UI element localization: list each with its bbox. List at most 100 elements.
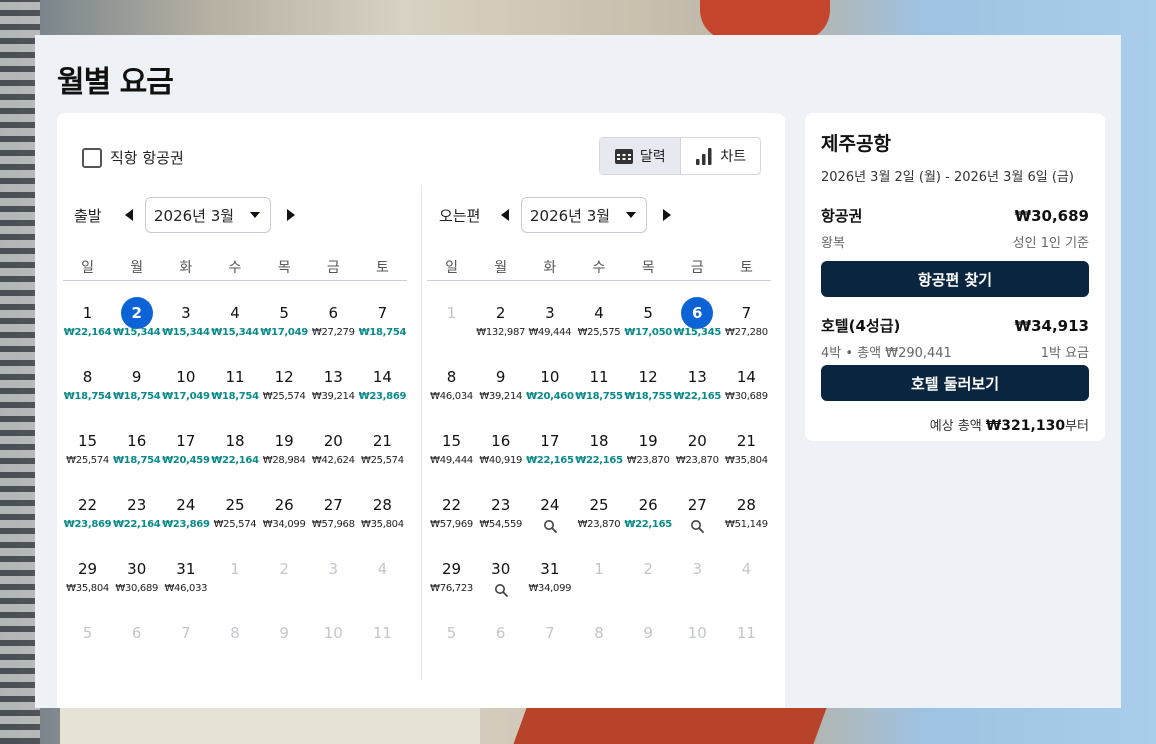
tab-calendar[interactable]: 달력 (600, 138, 681, 174)
calendar-day[interactable]: 18 ₩22,164 (210, 409, 259, 473)
calendar-day[interactable]: 19 ₩23,870 (624, 409, 673, 473)
calendar-day[interactable]: 28 ₩35,804 (358, 473, 407, 537)
calendar-day[interactable]: 23 ₩54,559 (476, 473, 525, 537)
day-number: 4 (741, 560, 752, 578)
prev-month-arrow-icon[interactable] (119, 205, 139, 225)
day-number: 18 (589, 432, 609, 450)
weekday-label: 토 (375, 260, 389, 276)
day-number: 9 (643, 624, 653, 642)
calendar-day[interactable]: 5 ₩17,049 (260, 281, 309, 345)
calendar-day[interactable]: 31 ₩46,033 (161, 537, 210, 601)
checkbox-box[interactable] (82, 147, 102, 168)
calendar-day[interactable]: 17 ₩20,459 (161, 409, 210, 473)
calendar-day[interactable]: 14 ₩30,689 (722, 345, 771, 409)
calendar-day[interactable]: 11 ₩18,755 (574, 345, 623, 409)
calendar-day[interactable]: 30 ₩30,689 (112, 537, 161, 601)
calendar-day[interactable]: 27 (673, 473, 722, 537)
calendar-day[interactable]: 3 ₩49,444 (525, 281, 574, 345)
calendar-day[interactable]: 20 ₩42,624 (309, 409, 358, 473)
calendar-day[interactable]: 24 (525, 473, 574, 537)
day-number: 12 (274, 368, 294, 386)
calendar-day[interactable]: 31 ₩34,099 (525, 537, 574, 601)
next-month-arrow-icon[interactable] (281, 205, 301, 225)
calendar-day[interactable]: 11 ₩18,754 (210, 345, 259, 409)
calendar-day[interactable]: 21 ₩25,574 (358, 409, 407, 473)
calendar-day[interactable]: 28 ₩51,149 (722, 473, 771, 537)
calendar-day[interactable]: 7 ₩27,280 (722, 281, 771, 345)
calendar-day[interactable]: 13 ₩39,214 (309, 345, 358, 409)
calendar-day[interactable]: 23 ₩22,164 (112, 473, 161, 537)
day-number: 11 (736, 624, 756, 642)
weekday-label: 일 (445, 260, 459, 276)
calendar-day[interactable]: 4 ₩15,344 (210, 281, 259, 345)
caret-down-icon (250, 212, 260, 218)
calendar-day[interactable]: 22 ₩57,969 (427, 473, 476, 537)
day-number: 8 (82, 368, 93, 386)
total-amount: ₩321,130 (985, 418, 1066, 434)
calendar-day[interactable]: 27 ₩57,968 (309, 473, 358, 537)
search-icon[interactable] (494, 583, 508, 597)
calendar-day[interactable]: 8 ₩46,034 (427, 345, 476, 409)
calendar-day[interactable]: 24 ₩23,869 (161, 473, 210, 537)
calendar-day[interactable]: 7 ₩18,754 (358, 281, 407, 345)
day-price: ₩30,689 (725, 391, 768, 402)
day-price: ₩22,164 (63, 327, 112, 338)
calendar-day[interactable]: 21 ₩35,804 (722, 409, 771, 473)
calendar-day[interactable]: 26 ₩34,099 (260, 473, 309, 537)
calendar-day[interactable]: 4 ₩25,575 (574, 281, 623, 345)
calendar-day[interactable]: 2 ₩132,987 (476, 281, 525, 345)
calendar-day[interactable]: 1 ₩22,164 (63, 281, 112, 345)
calendar-day[interactable]: 15 ₩25,574 (63, 409, 112, 473)
calendar-day[interactable]: 29 ₩35,804 (63, 537, 112, 601)
calendar-day[interactable]: 29 ₩76,723 (427, 537, 476, 601)
calendar-day[interactable]: 10 ₩20,460 (525, 345, 574, 409)
departure-month-select[interactable]: 2026년 3월 (145, 197, 271, 233)
calendar-day[interactable]: 19 ₩28,984 (260, 409, 309, 473)
calendar-day[interactable]: 6 ₩27,279 (309, 281, 358, 345)
search-icon[interactable] (690, 519, 705, 533)
day-price: ₩15,344 (162, 327, 210, 338)
flight-sub-row: 왕복 성인 1인 기준 (821, 232, 1089, 251)
calendar-day[interactable]: 9 ₩39,214 (476, 345, 525, 409)
find-flights-button[interactable]: 항공편 찾기 (821, 261, 1089, 297)
direct-flight-checkbox[interactable]: 직항 항공권 (82, 147, 184, 168)
calendar-day[interactable]: 26 ₩22,165 (624, 473, 673, 537)
calendar-day[interactable]: 5 ₩17,050 (624, 281, 673, 345)
departure-header: 출발 2026년 3월 (63, 197, 407, 233)
calendar-day[interactable]: 2 ₩15,344 (112, 281, 161, 345)
return-month-select[interactable]: 2026년 3월 (521, 197, 647, 233)
day-price: ₩42,624 (311, 455, 355, 466)
calendar-day[interactable]: 25 ₩23,870 (574, 473, 623, 537)
page-title: 월별 요금 (57, 65, 174, 100)
calendar-day[interactable]: 20 ₩23,870 (673, 409, 722, 473)
calendar-day[interactable]: 13 ₩22,165 (673, 345, 722, 409)
next-month-arrow-icon[interactable] (657, 205, 677, 225)
calendar-day[interactable]: 3 ₩15,344 (161, 281, 210, 345)
calendar-day[interactable]: 16 ₩40,919 (476, 409, 525, 473)
flight-trip-type: 왕복 (821, 236, 845, 251)
calendar-day[interactable]: 22 ₩23,869 (63, 473, 112, 537)
calendar-day[interactable]: 16 ₩18,754 (112, 409, 161, 473)
calendar-day[interactable]: 15 ₩49,444 (427, 409, 476, 473)
calendar-day[interactable]: 8 ₩18,754 (63, 345, 112, 409)
calendar-day: 4 (722, 537, 771, 601)
calendar-day[interactable]: 10 ₩17,049 (161, 345, 210, 409)
calendar-week-row: 8 ₩46,034 9 ₩39,214 10 ₩20,460 11 ₩18,755 12 ₩18,… (427, 345, 771, 409)
calendar-day[interactable]: 30 (476, 537, 525, 601)
calendar-day[interactable]: 9 ₩18,754 (112, 345, 161, 409)
calendar-day: 3 (309, 537, 358, 601)
weekday-label: 금 (690, 260, 704, 276)
calendar-day[interactable]: 12 ₩18,755 (624, 345, 673, 409)
calendar-day[interactable]: 14 ₩23,869 (358, 345, 407, 409)
tab-chart[interactable]: 차트 (681, 138, 761, 174)
search-icon[interactable] (543, 519, 557, 533)
calendar-day[interactable]: 6 ₩15,345 (673, 281, 722, 345)
day-number: 28 (736, 496, 756, 514)
prev-month-arrow-icon[interactable] (495, 205, 515, 225)
calendar-day[interactable]: 12 ₩25,574 (260, 345, 309, 409)
calendar-day[interactable]: 17 ₩22,165 (525, 409, 574, 473)
browse-hotels-button[interactable]: 호텔 둘러보기 (821, 365, 1089, 401)
return-header: 오는편 2026년 3월 (427, 197, 771, 233)
calendar-day[interactable]: 25 ₩25,574 (210, 473, 259, 537)
calendar-day[interactable]: 18 ₩22,165 (574, 409, 623, 473)
